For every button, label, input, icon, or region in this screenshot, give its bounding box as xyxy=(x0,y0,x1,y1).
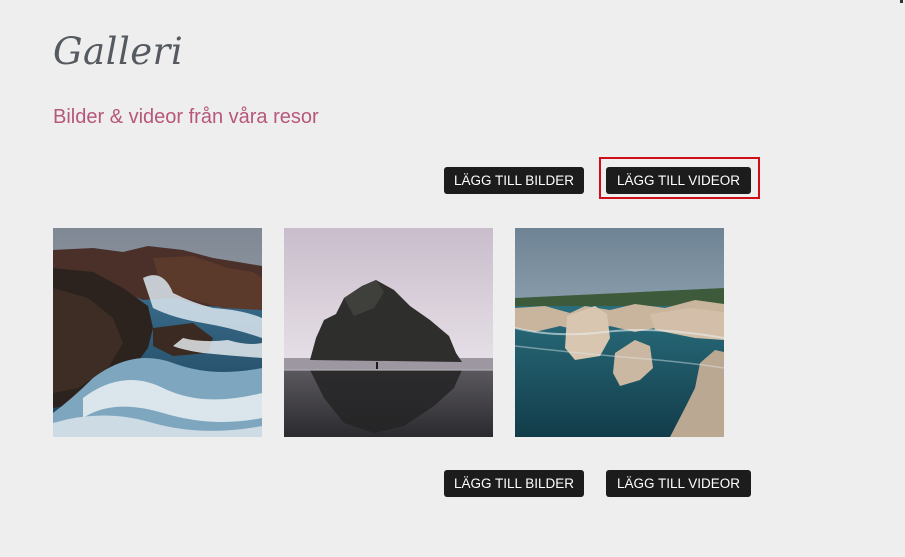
add-images-button-bottom[interactable]: LÄGG TILL BILDER xyxy=(444,470,584,497)
gallery-photo-sea-stack[interactable] xyxy=(284,228,493,437)
page-title: Galleri xyxy=(53,30,184,73)
add-videos-button-top[interactable]: LÄGG TILL VIDEOR xyxy=(606,167,751,194)
gallery-photo-sandstone-cove[interactable] xyxy=(515,228,724,437)
add-images-button-top[interactable]: LÄGG TILL BILDER xyxy=(444,167,584,194)
page-subtitle: Bilder & videor från våra resor xyxy=(53,106,319,128)
sea-stack-image xyxy=(284,228,493,437)
rocky-coast-image xyxy=(53,228,262,437)
gallery-photo-rocky-coast[interactable] xyxy=(53,228,262,437)
add-videos-button-bottom[interactable]: LÄGG TILL VIDEOR xyxy=(606,470,751,497)
window-corner-mark xyxy=(900,0,903,3)
sandstone-cove-image xyxy=(515,228,724,437)
